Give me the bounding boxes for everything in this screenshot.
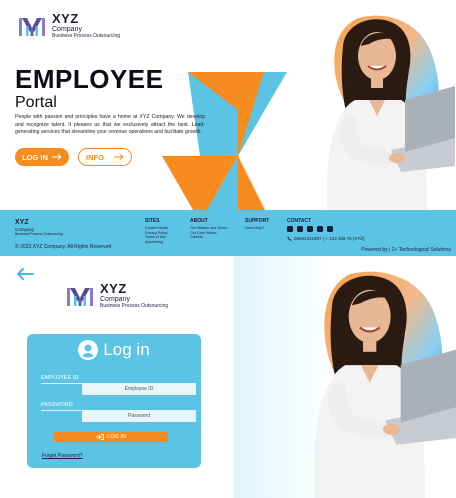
site-footer: XYZ Company Business Process Outsourcing… (0, 210, 456, 256)
pinterest-icon[interactable] (317, 226, 323, 232)
employee-photo (326, 19, 455, 212)
instagram-icon[interactable] (307, 226, 313, 232)
hero-subtitle: Portal (15, 94, 57, 111)
footer-contact-heading: CONTACT (287, 218, 312, 224)
landing-section: XYZ Company Business Process Outsourcing (0, 0, 456, 256)
footer-contact-column: CONTACT 09564321897 | + 123 456 78 (XYZ) (287, 218, 365, 241)
arrow-right-icon (51, 154, 62, 160)
employee-id-label: EMPLOYEE ID (41, 375, 79, 381)
brand-name: XYZ (100, 281, 127, 296)
arrow-right-icon (113, 154, 124, 160)
social-links (287, 226, 365, 232)
footer-phone: 09564321897 | + 123 456 78 (XYZ) (287, 236, 365, 241)
footer-phone-text: 09564321897 | + 123 456 78 (XYZ) (294, 236, 365, 241)
company-logo-icon (19, 17, 45, 36)
footer-link[interactable]: Advertising (145, 240, 168, 245)
user-avatar-icon (78, 340, 99, 360)
footer-powered-by: Powered by | 2+ Technological Solutions (361, 247, 451, 253)
landing-logo[interactable]: XYZ Company Business Process Outsourcing (18, 12, 120, 39)
footer-copyright: © 2023 XYZ Company. All Rights Reserved (15, 244, 112, 250)
login-icon (96, 434, 105, 440)
landing-login-button[interactable]: LOG IN (15, 148, 69, 166)
login-card: Log in EMPLOYEE ID PASSWORD LOG IN Forge… (27, 334, 201, 468)
footer-sites-heading: SITES (145, 218, 160, 224)
footer-support-column: SUPPORT Need Help? (245, 218, 269, 231)
twitter-icon[interactable] (297, 226, 303, 232)
footer-brand: XYZ (15, 219, 29, 226)
footer-tagline: Business Process Outsourcing (15, 232, 63, 236)
forgot-password-link[interactable]: Forget Password? (42, 453, 83, 459)
login-logo[interactable]: XYZ Company Business Process Outsourcing (66, 282, 168, 309)
footer-about-column: ABOUT Our Mission and Vision Our Core Va… (190, 218, 227, 240)
footer-link[interactable]: Careers (190, 235, 227, 240)
info-label: INFO (86, 152, 104, 162)
company-tagline: Business Process Outsourcing (100, 303, 169, 309)
login-title: Log in (103, 340, 150, 359)
employee-id-input[interactable] (82, 383, 196, 395)
hero-title: EMPLOYEE (15, 64, 164, 94)
login-submit-button[interactable]: LOG IN (54, 432, 168, 442)
footer-link[interactable]: Need Help? (245, 226, 269, 231)
employee-photo (314, 275, 456, 498)
login-section: XYZ Company Business Process Outsourcing… (0, 256, 456, 498)
landing-login-label: LOG IN (22, 152, 48, 162)
linkedin-icon[interactable] (327, 226, 333, 232)
facebook-icon[interactable] (287, 226, 293, 232)
footer-link[interactable]: Our Mission and Vision (190, 226, 227, 231)
login-card-header: Log in (27, 340, 201, 360)
login-submit-label: LOG IN (107, 434, 126, 440)
company-name: Company (100, 296, 130, 303)
footer-support-heading: SUPPORT (245, 218, 270, 224)
company-tagline: Business Process Outsourcing (52, 33, 121, 39)
password-label: PASSWORD (41, 402, 73, 408)
page: XYZ Company Business Process Outsourcing (0, 0, 456, 498)
password-input[interactable] (82, 410, 196, 422)
company-name: Company (52, 26, 82, 33)
info-button[interactable]: INFO (78, 148, 132, 166)
company-logo-icon (67, 287, 93, 306)
back-arrow-icon[interactable] (16, 268, 34, 280)
footer-about-heading: ABOUT (190, 218, 208, 224)
phone-icon (287, 236, 292, 241)
brand-name: XYZ (52, 11, 79, 26)
footer-link[interactable]: Content Guide (145, 226, 168, 231)
footer-sites-column: SITES Content Guide Privacy Policy Terms… (145, 218, 168, 245)
hero-description: People with passion and principles have … (15, 114, 205, 136)
